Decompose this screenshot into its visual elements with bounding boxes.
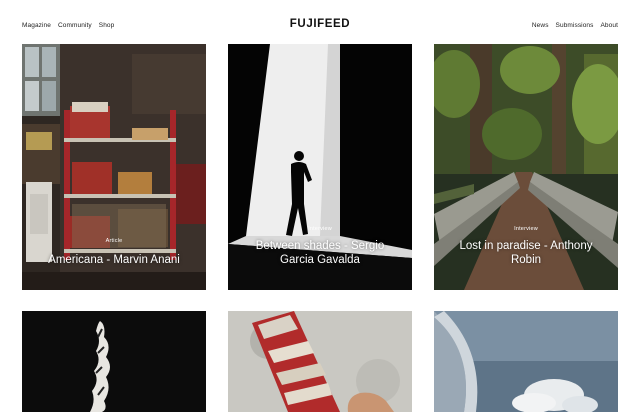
article-tag: Interview [308, 226, 332, 232]
article-title[interactable]: Americana - Marvin Anani [22, 253, 206, 267]
article-photo-dark-object [22, 311, 206, 412]
article-tag: Article [105, 238, 123, 244]
article-card[interactable]: Interview Lost in paradise - Anthony Rob… [434, 44, 618, 290]
nav-about-link[interactable]: About [601, 22, 619, 29]
article-photo-can-in-hand [228, 311, 412, 412]
article-photo-misty-landscape [434, 311, 618, 412]
article-tag: Interview [514, 226, 538, 232]
nav-news-link[interactable]: News [532, 22, 549, 29]
article-card[interactable] [434, 311, 618, 412]
top-bar: Magazine Community Shop FUJIFEED News Su… [0, 0, 640, 44]
article-title[interactable]: Between shades - Sergio Garcia Gavalda [228, 239, 412, 267]
article-title[interactable]: Lost in paradise - Anthony Robin [434, 239, 618, 267]
article-card[interactable] [22, 311, 206, 412]
article-card[interactable] [228, 311, 412, 412]
nav-submissions-link[interactable]: Submissions [556, 22, 594, 29]
article-card[interactable]: Article Americana - Marvin Anani [22, 44, 206, 290]
article-card[interactable]: Interview Between shades - Sergio Garcia… [228, 44, 412, 290]
secondary-nav: News Submissions About [532, 22, 618, 29]
